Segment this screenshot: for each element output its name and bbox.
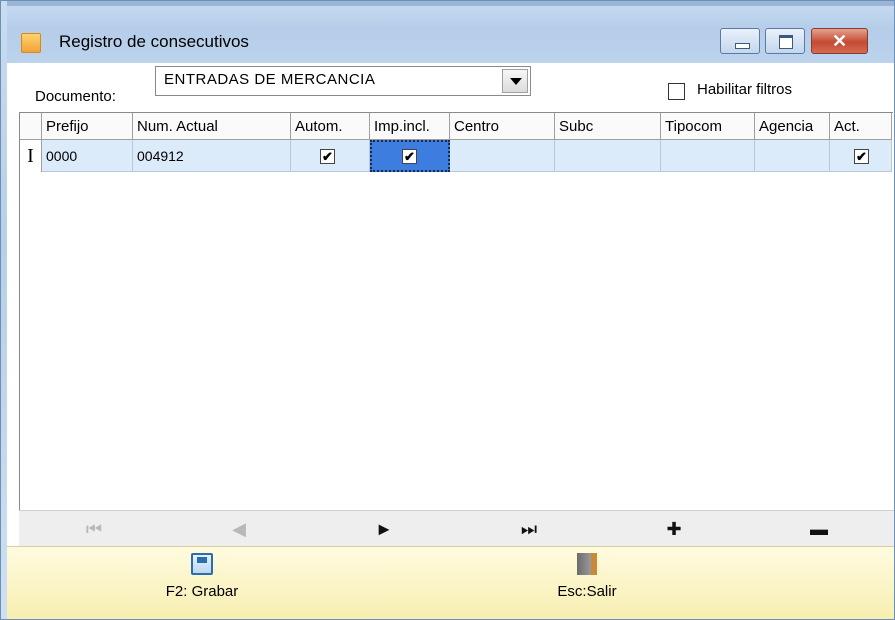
- column-header-num-actual[interactable]: Num. Actual: [133, 113, 291, 140]
- enable-filters-label[interactable]: Habilitar filtros: [697, 81, 792, 98]
- first-record-icon[interactable]: ⏮: [64, 511, 124, 547]
- exit-door-icon: [577, 553, 597, 575]
- column-header-autom[interactable]: Autom.: [291, 113, 370, 140]
- imp-incl-checkbox[interactable]: ✔: [402, 149, 417, 164]
- last-record-icon[interactable]: ⏭: [499, 511, 559, 547]
- save-icon: [191, 553, 213, 575]
- cell-tipocom[interactable]: [661, 140, 755, 172]
- exit-button[interactable]: Esc:Salir: [507, 553, 667, 600]
- grid-navigator: ⏮ ◀ ► ⏭ ✚ ▬: [19, 510, 894, 547]
- exit-label: Esc:Salir: [557, 583, 617, 600]
- column-header-imp-incl[interactable]: Imp.incl.: [370, 113, 450, 140]
- maximize-icon: [779, 35, 793, 49]
- add-record-icon[interactable]: ✚: [644, 511, 704, 547]
- row-indicator-icon: I: [20, 140, 42, 172]
- cell-prefijo[interactable]: 0000: [42, 140, 133, 172]
- next-record-icon[interactable]: ►: [354, 511, 414, 547]
- column-header-prefijo[interactable]: Prefijo: [42, 113, 133, 140]
- cell-agencia[interactable]: [755, 140, 830, 172]
- title-bar[interactable]: Registro de consecutivos ✕: [7, 1, 894, 63]
- column-header-act[interactable]: Act.: [830, 113, 892, 140]
- consecutives-grid[interactable]: Prefijo Num. Actual Autom. Imp.incl. Cen…: [19, 112, 893, 511]
- cell-centro[interactable]: [450, 140, 555, 172]
- document-select-value: ENTRADAS DE MERCANCIA: [164, 71, 376, 88]
- act-checkbox[interactable]: ✔: [854, 149, 869, 164]
- cell-num-actual[interactable]: 004912: [133, 140, 291, 172]
- enable-filters-checkbox[interactable]: [668, 83, 685, 100]
- save-label: F2: Grabar: [165, 583, 239, 600]
- row-indicator-header: [20, 113, 42, 140]
- autom-checkbox[interactable]: ✔: [320, 149, 335, 164]
- cell-imp-incl[interactable]: ✔: [370, 140, 450, 172]
- close-button[interactable]: ✕: [811, 28, 868, 54]
- column-header-tipocom[interactable]: Tipocom: [661, 113, 755, 140]
- cell-act[interactable]: ✔: [830, 140, 892, 172]
- dropdown-button[interactable]: [502, 69, 528, 93]
- cell-subc[interactable]: [555, 140, 661, 172]
- chevron-down-icon: [510, 78, 522, 85]
- document-toolbar: Documento: ENTRADAS DE MERCANCIA Habilit…: [7, 63, 894, 111]
- close-icon: ✕: [831, 31, 848, 51]
- footer-bar: F2: Grabar Esc:Salir: [7, 546, 894, 619]
- save-button[interactable]: F2: Grabar: [122, 553, 282, 600]
- column-header-subc[interactable]: Subc: [555, 113, 661, 140]
- window-title: Registro de consecutivos: [59, 32, 249, 51]
- minimize-icon: [735, 43, 750, 49]
- document-label: Documento:: [35, 88, 116, 105]
- cell-autom[interactable]: ✔: [291, 140, 370, 172]
- maximize-button[interactable]: [765, 28, 805, 54]
- column-header-agencia[interactable]: Agencia: [755, 113, 830, 140]
- app-window: Registro de consecutivos ✕ Documento: EN…: [0, 0, 895, 620]
- title-bar-top: [7, 1, 894, 6]
- prev-record-icon[interactable]: ◀: [209, 511, 269, 547]
- minimize-button[interactable]: [720, 28, 760, 54]
- delete-record-icon[interactable]: ▬: [789, 511, 849, 547]
- column-header-centro[interactable]: Centro: [450, 113, 555, 140]
- app-icon: [21, 33, 41, 53]
- document-select[interactable]: ENTRADAS DE MERCANCIA: [155, 66, 531, 96]
